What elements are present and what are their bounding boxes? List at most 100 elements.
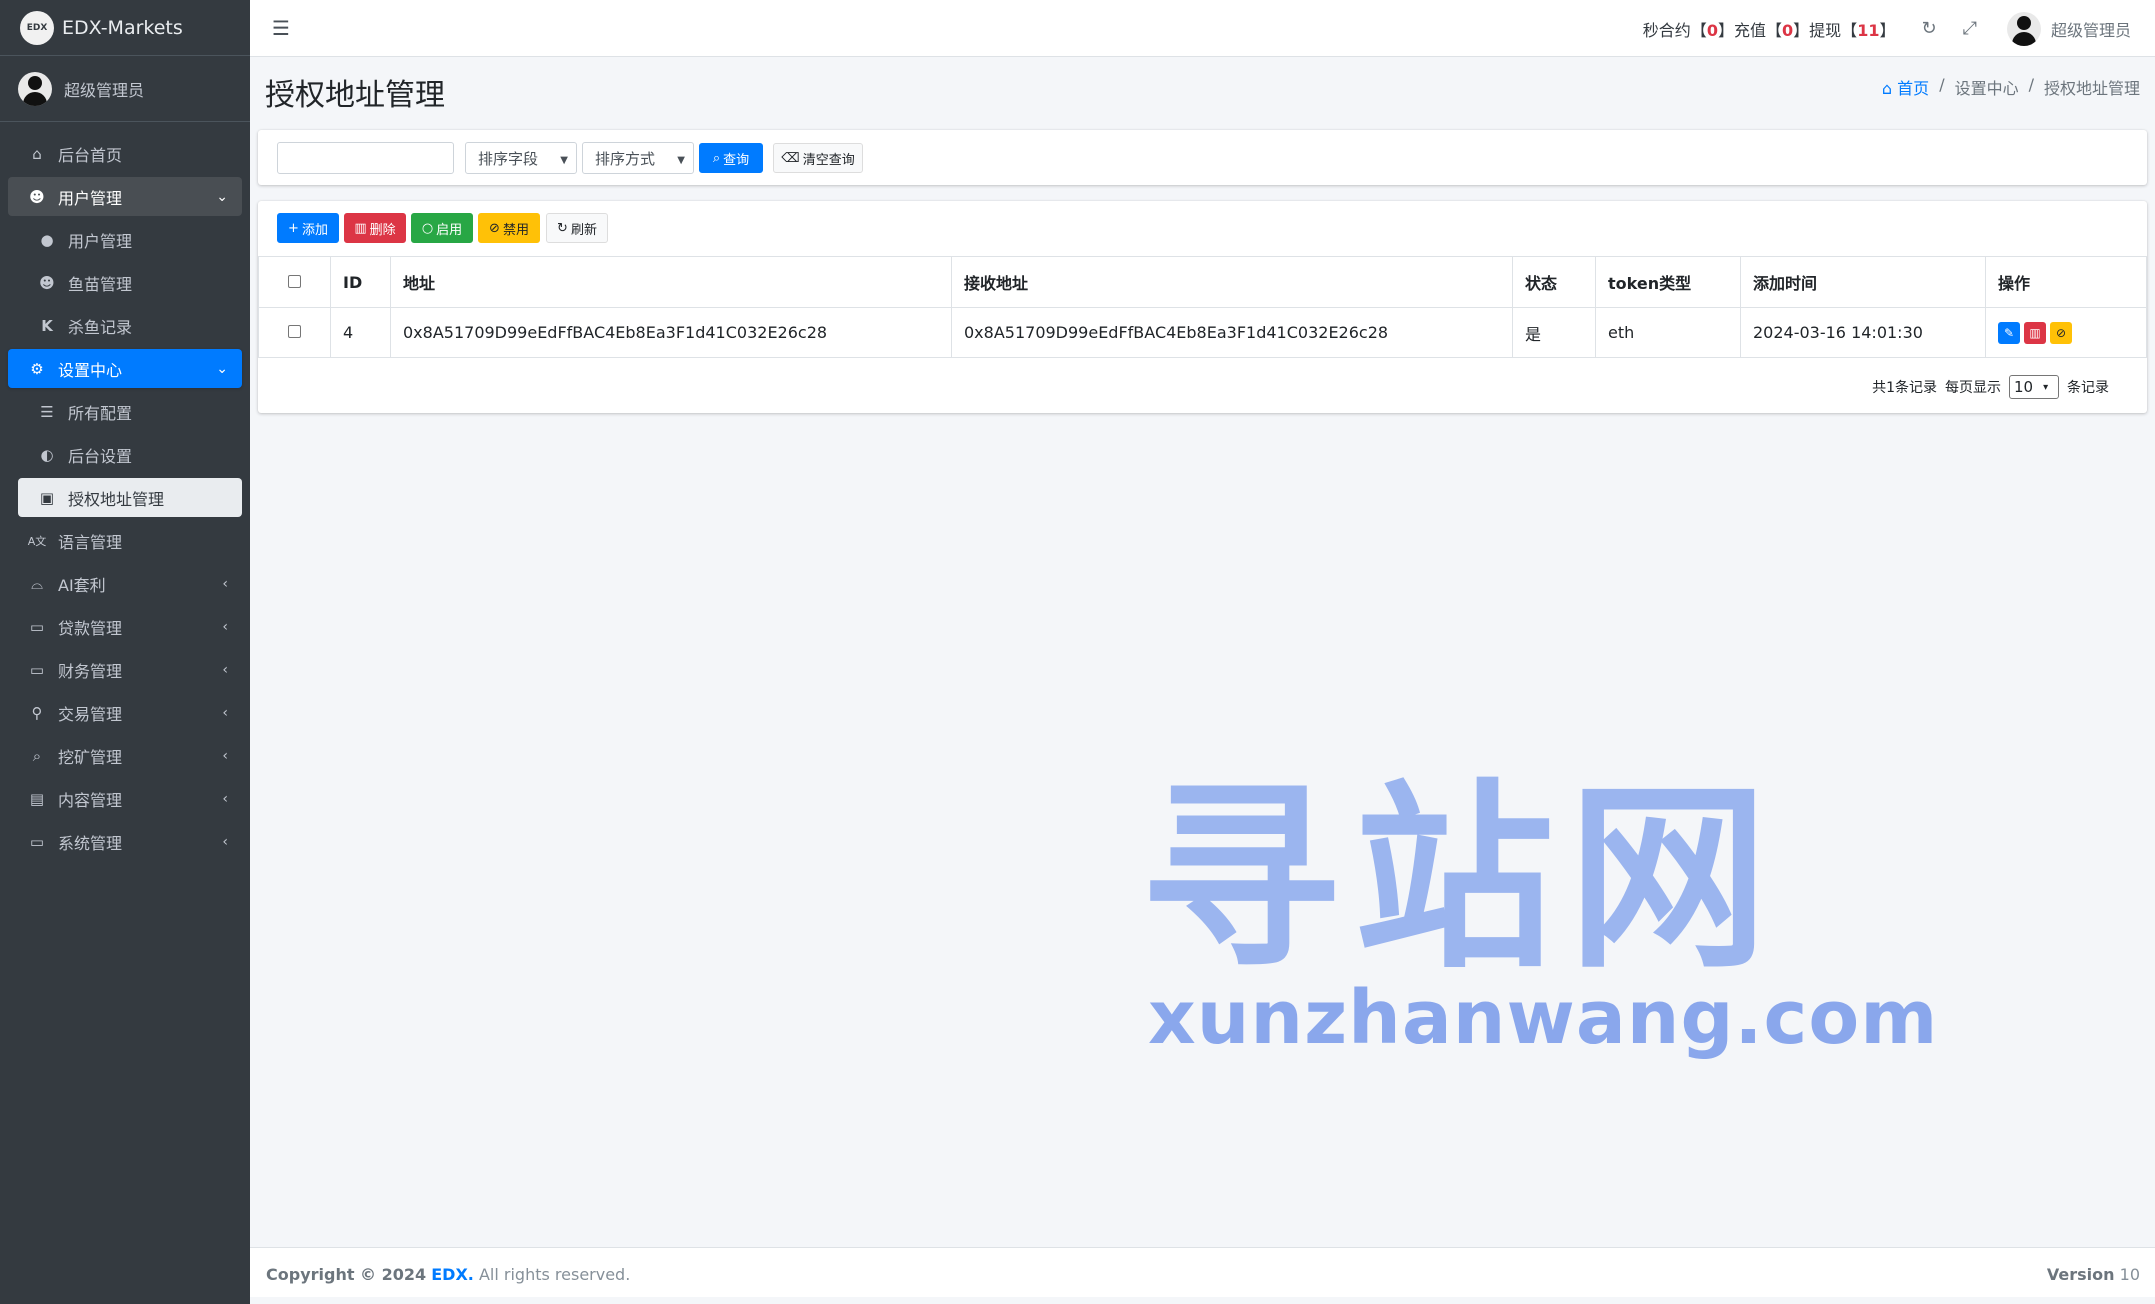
sidebar-item-finance[interactable]: ▭ 财务管理 ‹ [8,650,242,689]
sidebar-item-loans[interactable]: ▭ 贷款管理 ‹ [8,607,242,646]
trash-icon: ▥ [354,220,367,236]
stat-contract-count: 0 [1706,20,1718,40]
sort-field-select[interactable]: 排序字段 ▼ [465,142,577,174]
chevron-down-icon: ▾ [2043,381,2049,393]
adjust-icon: ◐ [40,445,54,464]
cell-add-time: 2024-03-16 14:01:30 [1740,307,1986,358]
stat-recharge-count: 0 [1782,20,1794,40]
stat-withdraw[interactable]: 提现【11】 [1809,17,1895,41]
sidebar-item-mining[interactable]: ⌕ 挖矿管理 ‹ [8,736,242,775]
add-button[interactable]: + 添加 [277,213,339,243]
disable-button[interactable]: ⊘ 禁用 [478,213,540,243]
brand-logo: EDX [20,10,54,45]
table-header-row: ID 地址 接收地址 状态 token类型 添加时间 操作 [258,256,2147,308]
caret-down-icon: ▼ [560,155,568,166]
home-icon: ⌂ [32,144,42,163]
table-row: 4 0x8A51709D99eEdFfBAC4Eb8Ea3F1d41C032E2… [258,307,2147,358]
sidebar-item-label: 后台首页 [58,145,123,165]
sidebar-item-label: 交易管理 [58,704,123,724]
search-icon: ⌕ [32,746,42,765]
sidebar-item-system[interactable]: ▭ 系统管理 ‹ [8,822,242,861]
newspaper-icon: ▤ [29,789,45,808]
query-button[interactable]: ⌕ 查询 [699,143,763,173]
delete-button[interactable]: ▥ 删除 [344,213,406,243]
sidebar: EDX EDX-Markets 超级管理员 ⌂ 后台首页 ☻ 用户管理 ⌄ ● 用户管理… [0,0,250,1304]
sidebar-item-language[interactable]: A文 语言管理 [8,521,242,560]
top-user-name[interactable]: 超级管理员 [2051,17,2131,41]
cell-address: 0x8A51709D99eEdFfBAC4Eb8Ea3F1d41C032E26c… [390,307,952,358]
search-card: 排序字段 ▼ 排序方式 ▼ ⌕ 查询 ⌫ 清空查询 [258,130,2147,185]
brand-link[interactable]: EDX EDX-Markets [0,0,250,56]
total-records: 共1条记录 [1872,380,1937,396]
cell-token-type: eth [1595,307,1741,358]
user-icon: ● [40,230,54,249]
sidebar-item-auth-address[interactable]: ▣ 授权地址管理 [18,478,242,517]
sidebar-item-user-management[interactable]: ☻ 用户管理 ⌄ [8,177,242,216]
search-input[interactable] [277,142,454,174]
sidebar-item-settings[interactable]: ⚙ 设置中心 ⌄ [8,349,242,388]
circle-icon: ○ [421,220,434,236]
sidebar-item-label: 贷款管理 [58,618,123,638]
column-header-address[interactable]: 地址 [390,256,952,308]
ban-icon[interactable]: ⊘ [2050,321,2072,344]
sidebar-item-label: 系统管理 [58,833,123,853]
sidebar-item-label: 杀鱼记录 [68,317,133,337]
sidebar-item-users[interactable]: ● 用户管理 [8,220,242,259]
footer-copyright: Copyright © 2024 EDX. All rights reserve… [266,1265,631,1284]
search-icon: ⌕ [712,150,721,166]
stat-recharge[interactable]: 充值【0】 [1734,17,1809,41]
select-all-checkbox[interactable] [288,274,301,288]
refresh-button[interactable]: ↻ 刷新 [546,213,608,243]
edit-icon[interactable]: ✎ [1998,321,2020,344]
menu-toggle-icon[interactable]: ☰ [272,16,290,40]
sidebar-item-label: 内容管理 [58,790,123,810]
row-checkbox[interactable] [288,325,301,338]
sidebar-item-kill-records[interactable]: K 杀鱼记录 [8,306,242,345]
chevron-left-icon: ‹ [222,747,228,764]
fullscreen-icon[interactable]: ⤢ [1963,18,1977,39]
sidebar-item-trading[interactable]: ⚲ 交易管理 ‹ [8,693,242,732]
sort-order-select[interactable]: 排序方式 ▼ [582,142,694,174]
top-right-bar: 秒合约【0】 充值【0】 提现【11】 ↻ ⤢ 超级管理员 [1643,0,2131,57]
row-select-cell [258,307,331,358]
trash-icon[interactable]: ▥ [2024,321,2046,344]
k-icon: K [41,316,53,335]
breadcrumb-separator: / [2028,75,2034,94]
breadcrumb-settings[interactable]: 设置中心 [1955,75,2019,99]
money-icon: ▭ [29,617,45,636]
address-table: ID 地址 接收地址 状态 token类型 添加时间 操作 4 0x8A5170… [258,256,2147,358]
enable-button[interactable]: ○ 启用 [411,213,473,243]
user-panel[interactable]: 超级管理员 [0,56,250,122]
cell-actions: ✎ ▥ ⊘ [1985,307,2147,358]
sidebar-item-label: 用户管理 [68,231,133,251]
language-icon: A文 [27,534,47,548]
stat-contract[interactable]: 秒合约【0】 [1643,17,1734,41]
refresh-icon[interactable]: ↻ [1921,18,1936,39]
column-header-id[interactable]: ID [330,256,391,308]
chevron-left-icon: ‹ [222,661,228,678]
chevron-left-icon: ‹ [222,575,228,592]
column-header-status[interactable]: 状态 [1512,256,1596,308]
ban-icon: ⊘ [489,220,500,236]
sidebar-item-content[interactable]: ▤ 内容管理 ‹ [8,779,242,818]
sidebar-item-label: 授权地址管理 [68,489,165,509]
breadcrumb-home[interactable]: ⌂ 首页 [1882,75,1929,99]
footer-version: Version 10 [2046,1265,2140,1284]
footer-brand-link[interactable]: EDX. [431,1265,474,1284]
column-header-add-time[interactable]: 添加时间 [1740,256,1986,308]
list-icon: ☰ [40,402,54,421]
sidebar-item-fry[interactable]: ☻ 鱼苗管理 [8,263,242,302]
breadcrumb-current: 授权地址管理 [2043,79,2140,98]
watermark-en: xunzhanwang.com [1148,975,1939,1061]
sidebar-item-dashboard[interactable]: ⌂ 后台首页 [8,134,242,173]
avatar[interactable] [2006,11,2041,46]
sidebar-item-all-config[interactable]: ☰ 所有配置 [8,392,242,431]
sidebar-item-ai-arbitrage[interactable]: ⌓ AI套利 ‹ [8,564,242,603]
clear-query-button[interactable]: ⌫ 清空查询 [773,143,863,173]
column-header-receive-address[interactable]: 接收地址 [951,256,1513,308]
per-page-select[interactable]: 10 ▾ [2009,375,2059,399]
column-header-token-type[interactable]: token类型 [1595,256,1741,308]
cell-id: 4 [330,307,391,358]
breadcrumb: ⌂ 首页 / 设置中心 / 授权地址管理 [1882,75,2140,99]
sidebar-item-admin-settings[interactable]: ◐ 后台设置 [8,435,242,474]
